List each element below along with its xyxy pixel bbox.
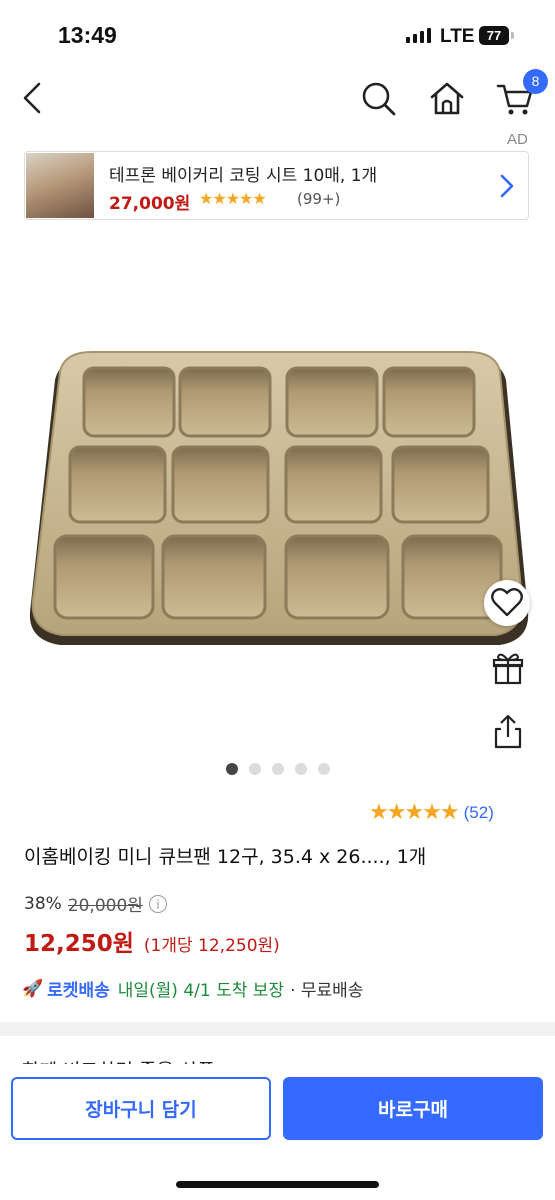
- discount-rate: 38%: [24, 893, 62, 914]
- carousel-dot[interactable]: [318, 763, 330, 775]
- search-icon[interactable]: [358, 78, 398, 118]
- network-label: LTE: [440, 26, 475, 47]
- status-time: 13:49: [58, 22, 117, 48]
- carousel-dot[interactable]: [249, 763, 261, 775]
- original-price: 20,000원: [67, 896, 143, 916]
- carousel-dot[interactable]: [272, 763, 284, 775]
- battery-tip: [511, 32, 514, 39]
- shipping-fee: · 무료배송: [290, 981, 364, 1001]
- gift-icon[interactable]: [486, 647, 530, 691]
- product-rating[interactable]: ★★★★★ (52): [369, 800, 494, 825]
- rating-stars: ★★★★★: [369, 800, 460, 825]
- ad-product-thumbnail: [26, 153, 94, 218]
- section-divider: [0, 1022, 555, 1036]
- product-title: 이홈베이킹 미니 큐브팬 12구, 35.4 x 26...., 1개: [24, 846, 427, 868]
- arrival-date: 내일(월) 4/1 도착 보장: [117, 981, 285, 1001]
- signal-icon: [406, 28, 431, 43]
- ad-stars: ★★★★★: [199, 189, 267, 208]
- wishlist-button[interactable]: [484, 580, 530, 626]
- carousel-dot-active[interactable]: [226, 763, 238, 775]
- info-icon[interactable]: i: [148, 894, 167, 913]
- ad-banner[interactable]: 테프론 베이커리 코팅 시트 10매, 1개 27,000원 ★★★★★ (99…: [24, 151, 529, 220]
- sale-price: 12,250원: [24, 931, 134, 957]
- ad-label: AD: [507, 131, 528, 148]
- ad-price: 27,000원: [109, 194, 191, 214]
- share-icon[interactable]: [486, 711, 530, 755]
- back-icon[interactable]: [14, 78, 54, 118]
- heart-icon: [491, 588, 523, 617]
- unit-price: (1개당 12,250원): [143, 936, 280, 956]
- buy-now-button[interactable]: 바로구매: [283, 1077, 543, 1140]
- price-row: 12,250원 (1개당 12,250원): [24, 924, 280, 958]
- ad-title: 테프론 베이커리 코팅 시트 10매, 1개: [109, 166, 378, 186]
- carousel-dot[interactable]: [295, 763, 307, 775]
- review-count[interactable]: (52): [464, 803, 494, 823]
- battery-icon: 77: [479, 26, 509, 45]
- cart-badge: 8: [523, 69, 548, 94]
- home-icon[interactable]: [427, 78, 467, 118]
- add-to-cart-button[interactable]: 장바구니 담기: [11, 1077, 271, 1140]
- chevron-right-icon[interactable]: [495, 172, 519, 200]
- rocket-delivery-label: 로켓배송: [47, 981, 110, 1001]
- rocket-icon: 🚀: [22, 978, 44, 999]
- discount-row: 38% 20,000원 i: [24, 891, 167, 916]
- home-indicator: [176, 1181, 379, 1188]
- product-image[interactable]: [0, 240, 555, 760]
- ad-review-count: (99+): [297, 190, 341, 208]
- carousel-dots[interactable]: [226, 763, 330, 775]
- delivery-info: 🚀 로켓배송 내일(월) 4/1 도착 보장 · 무료배송: [22, 976, 364, 1002]
